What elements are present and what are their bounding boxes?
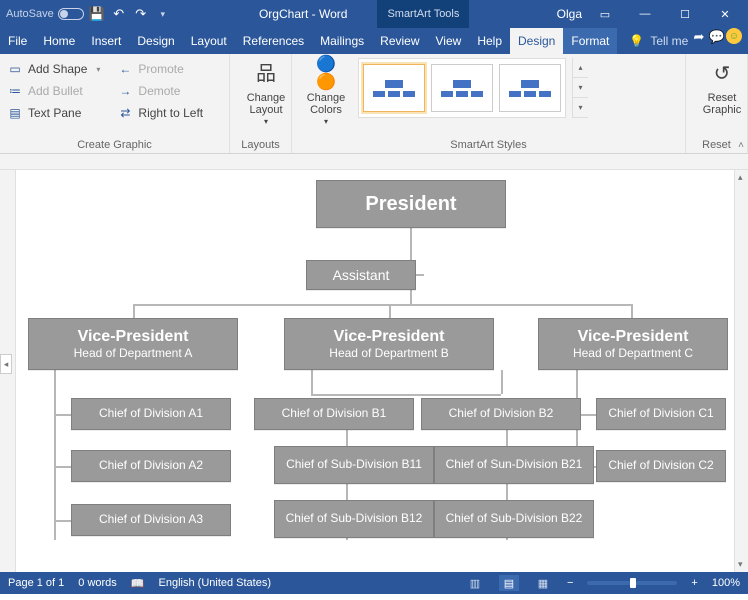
word-count[interactable]: 0 words <box>78 577 117 589</box>
language-indicator[interactable]: English (United States) <box>159 577 272 589</box>
node-b2[interactable]: Chief of Division B2 <box>421 398 581 430</box>
contextual-tab-label: SmartArt Tools <box>377 0 469 28</box>
text-pane-expand-handle[interactable]: ◂ <box>0 354 12 374</box>
toggle-off-icon <box>58 8 84 20</box>
layout-icon: 品 <box>250 58 282 90</box>
tab-home[interactable]: Home <box>35 28 83 54</box>
undo-icon[interactable]: ↶ <box>110 5 128 23</box>
tab-design[interactable]: Design <box>129 28 182 54</box>
change-layout-button[interactable]: 品 Change Layout▾ <box>238 58 294 127</box>
node-vp-c[interactable]: Vice-PresidentHead of Department C <box>538 318 728 370</box>
tab-insert[interactable]: Insert <box>83 28 129 54</box>
add-shape-icon: ▭ <box>8 62 22 76</box>
maximize-icon[interactable]: ☐ <box>668 0 702 28</box>
style-thumb[interactable] <box>499 64 561 112</box>
ruler-horizontal <box>0 154 748 170</box>
arrow-left-icon: ← <box>118 62 132 76</box>
page-canvas[interactable]: President Assistant Vice-PresidentHead o… <box>16 170 734 572</box>
tab-smartart-design[interactable]: Design <box>510 28 563 54</box>
ribbon-tabs: File Home Insert Design Layout Reference… <box>0 28 748 54</box>
status-bar: Page 1 of 1 0 words 📖 English (United St… <box>0 572 748 594</box>
node-c2[interactable]: Chief of Division C2 <box>596 450 726 482</box>
tab-layout[interactable]: Layout <box>183 28 235 54</box>
group-smartart-styles: 🔵🟠 Change Colors▾ ▴▾▾ SmartArt Styles <box>292 54 686 153</box>
node-assistant[interactable]: Assistant <box>306 260 416 290</box>
add-shape-button[interactable]: ▭Add Shape▾ <box>8 58 100 80</box>
style-thumb[interactable] <box>363 64 425 112</box>
ribbon: ▭Add Shape▾ ≔Add Bullet ▤Text Pane ←Prom… <box>0 54 748 154</box>
user-name[interactable]: Olga <box>557 7 582 21</box>
feedback-icon[interactable]: ☺ <box>726 28 742 44</box>
minimize-icon[interactable]: — <box>628 0 662 28</box>
zoom-level[interactable]: 100% <box>712 577 740 589</box>
node-b22[interactable]: Chief of Sub-Division B22 <box>434 500 594 538</box>
read-mode-icon[interactable]: ▥ <box>465 575 485 591</box>
page-indicator[interactable]: Page 1 of 1 <box>8 577 64 589</box>
comments-icon[interactable]: 💬 <box>708 28 726 46</box>
right-to-left-button[interactable]: ⇄Right to Left <box>118 102 203 124</box>
zoom-in-button[interactable]: + <box>691 577 697 589</box>
node-vp-a[interactable]: Vice-PresidentHead of Department A <box>28 318 238 370</box>
node-b12[interactable]: Chief of Sub-Division B12 <box>274 500 434 538</box>
group-layouts: 品 Change Layout▾ Layouts <box>230 54 292 153</box>
tab-references[interactable]: References <box>235 28 312 54</box>
print-layout-icon[interactable]: ▤ <box>499 575 519 591</box>
tab-smartart-format[interactable]: Format <box>563 28 617 54</box>
collapse-ribbon-icon[interactable]: ˄ <box>738 140 744 151</box>
group-label: Create Graphic <box>8 137 221 151</box>
node-b21[interactable]: Chief of Sun-Division B21 <box>434 446 594 484</box>
gallery-more-button[interactable]: ▴▾▾ <box>572 58 588 118</box>
org-chart[interactable]: President Assistant Vice-PresidentHead o… <box>16 170 734 186</box>
zoom-out-button[interactable]: − <box>567 577 573 589</box>
save-icon[interactable]: 💾 <box>88 5 106 23</box>
ribbon-options-icon[interactable]: ▭ <box>588 0 622 28</box>
node-b1[interactable]: Chief of Division B1 <box>254 398 414 430</box>
rtl-icon: ⇄ <box>118 106 132 120</box>
node-b11[interactable]: Chief of Sub-Division B11 <box>274 446 434 484</box>
tab-mailings[interactable]: Mailings <box>312 28 372 54</box>
tab-view[interactable]: View <box>428 28 470 54</box>
node-c1[interactable]: Chief of Division C1 <box>596 398 726 430</box>
lightbulb-icon: 💡 <box>629 34 644 48</box>
title-bar: AutoSave 💾 ↶ ↷ ▾ OrgChart - Word SmartAr… <box>0 0 748 28</box>
text-pane-button[interactable]: ▤Text Pane <box>8 102 100 124</box>
redo-icon[interactable]: ↷ <box>132 5 150 23</box>
node-a1[interactable]: Chief of Division A1 <box>71 398 231 430</box>
vertical-scrollbar[interactable] <box>734 170 748 572</box>
add-bullet-button: ≔Add Bullet <box>8 80 100 102</box>
tell-me-search[interactable]: 💡 Tell me <box>617 28 690 54</box>
qat-more-icon[interactable]: ▾ <box>154 5 172 23</box>
group-create-graphic: ▭Add Shape▾ ≔Add Bullet ▤Text Pane ←Prom… <box>0 54 230 153</box>
reset-icon: ↺ <box>706 58 738 90</box>
styles-gallery[interactable] <box>358 58 566 118</box>
colors-icon: 🔵🟠 <box>310 58 342 90</box>
spellcheck-icon[interactable]: 📖 <box>131 577 145 590</box>
tab-help[interactable]: Help <box>469 28 510 54</box>
group-reset: ↺ Reset Graphic Reset <box>686 54 748 153</box>
node-a2[interactable]: Chief of Division A2 <box>71 450 231 482</box>
web-layout-icon[interactable]: ▦ <box>533 575 553 591</box>
style-thumb[interactable] <box>431 64 493 112</box>
node-a3[interactable]: Chief of Division A3 <box>71 504 231 536</box>
arrow-right-icon: → <box>118 84 132 98</box>
bullet-icon: ≔ <box>8 84 22 98</box>
tab-review[interactable]: Review <box>372 28 427 54</box>
document-area: ◂ <box>0 154 748 572</box>
close-icon[interactable]: ✕ <box>708 0 742 28</box>
text-pane-icon: ▤ <box>8 106 22 120</box>
document-title: OrgChart - Word <box>259 7 347 21</box>
demote-button: →Demote <box>118 80 203 102</box>
promote-button: ←Promote <box>118 58 203 80</box>
change-colors-button[interactable]: 🔵🟠 Change Colors▾ <box>300 58 352 127</box>
zoom-slider[interactable] <box>587 581 677 585</box>
reset-graphic-button[interactable]: ↺ Reset Graphic <box>694 58 748 116</box>
tab-file[interactable]: File <box>0 28 35 54</box>
node-vp-b[interactable]: Vice-PresidentHead of Department B <box>284 318 494 370</box>
autosave-toggle[interactable]: AutoSave <box>6 8 84 20</box>
share-icon[interactable]: ➦ <box>690 28 708 46</box>
node-president[interactable]: President <box>316 180 506 228</box>
